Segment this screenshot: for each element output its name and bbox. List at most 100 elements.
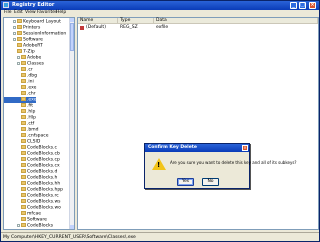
tree-item-label: .fit [27,103,34,109]
folder-icon [17,37,22,41]
column-header-data[interactable]: Data [154,18,318,24]
scroll-up-arrow-icon[interactable] [70,18,74,22]
tree-expander-icon[interactable] [13,25,16,29]
tree-item-label: CodeBlocks.cp [27,157,60,163]
folder-icon [21,163,26,167]
folder-icon [21,193,26,197]
folder-icon [17,25,22,29]
tree-item-label: .cnfspace [27,133,49,139]
menu-file[interactable]: File [4,10,12,16]
tree-item-label: AdobeRT [23,43,43,49]
value-type: REG_SZ [120,25,138,30]
folder-icon [21,85,26,89]
tree-item-label: Adobe [27,55,42,61]
folder-icon [21,91,26,95]
window-title: Registry Editor [12,2,55,8]
folder-icon [21,79,26,83]
folder-icon [21,121,26,125]
tree-item-label: .bmd [27,127,39,133]
tree-item-label: .exe [27,85,37,91]
tree-item-label: Keyboard Layout [23,19,61,25]
registry-app-icon [3,2,9,8]
dialog-title[interactable]: Confirm Key Delete [145,144,249,152]
tree-expander-icon[interactable] [13,19,16,23]
values-list-pane[interactable]: Name Type Data (Default) REG_SZ exfile [77,17,319,230]
tree-item-label: .Hlp [27,115,36,121]
tree-item-label: SessionInformation [23,31,67,37]
folder-icon [17,31,22,35]
dialog-close-button[interactable]: × [242,145,248,151]
folder-icon [21,115,26,119]
tree-item-label: CodeBlocks.hh [27,181,61,187]
tree-item[interactable]: CodeBlocks [4,223,53,229]
yes-button[interactable]: Yes [177,178,194,186]
tree-item-label: .ini [27,79,34,85]
folder-icon [21,61,26,65]
folder-icon [21,133,26,137]
folder-icon [21,211,26,215]
folder-icon [21,169,26,173]
folder-icon [21,217,26,221]
value-data: exfile [156,25,169,30]
tree-item-label: .ctf [27,121,35,127]
tree-expander-icon[interactable] [17,55,20,59]
value-row[interactable]: (Default) REG_SZ exfile [78,25,318,31]
tree-item-label: CodeBlocks.cx [27,163,60,169]
minimize-button[interactable]: _ [290,2,297,9]
tree-item-label: CodeBlocks.rc [27,193,59,199]
folder-icon [17,43,22,47]
column-header-name[interactable]: Name [78,18,118,24]
menu-help[interactable]: Help [56,10,66,16]
menu-bar: File Edit View Favorites Help [1,10,319,16]
menu-view[interactable]: View [25,10,36,16]
tree-item-label: 7-Zip [23,49,35,55]
folder-icon [21,145,26,149]
column-header-type[interactable]: Type [118,18,154,24]
tree-item-label: CodeBlocks.h [27,175,58,181]
value-name: (Default) [86,25,106,30]
close-button[interactable]: × [309,2,316,9]
tree-item-label: CodeBlocks.cb [27,151,60,157]
tree-item-label: Software [23,37,43,43]
folder-icon [21,97,26,101]
folder-icon [21,151,26,155]
title-bar[interactable]: Registry Editor _ □ × [1,1,319,10]
folder-icon [21,103,26,107]
tree-item-label: .hlp [27,109,36,115]
folder-icon [21,187,26,191]
tree-item-label: .dbg [27,73,37,79]
menu-favorites[interactable]: Favorites [37,10,57,16]
no-button[interactable]: No [202,178,219,186]
tree-expander-icon[interactable] [13,37,16,41]
tree-item-label: CodeBlocks.wo [27,205,61,211]
scroll-down-arrow-icon[interactable] [70,225,74,229]
tree-expander-icon[interactable] [13,31,16,35]
tree-item-label: CodeBlocks.c [27,145,57,151]
tree-item-label: CodeBlocks.ws [27,199,61,205]
tree-item-label: Printers [23,25,41,31]
warning-exclamation-icon: ! [157,161,161,169]
tree-item-label: CodeBlocks.hpp [27,187,64,193]
dialog-message: Are you sure you want to delete this key… [170,160,297,165]
registry-editor-window: Registry Editor _ □ × File Edit View Fav… [0,0,320,242]
tree-expander-icon[interactable] [17,61,20,65]
confirm-key-delete-dialog: Confirm Key Delete × ! Are you sure you … [144,143,297,189]
folder-icon [17,49,22,53]
scroll-thumb[interactable] [70,23,74,51]
tree-expander-icon[interactable] [17,223,20,227]
tree-item-label: Classes [27,61,44,67]
registry-tree-pane[interactable]: Keyboard Layout Printers SessionInformatio… [3,17,75,230]
folder-icon [21,205,26,209]
maximize-button[interactable]: □ [299,2,306,9]
tree-item-label: .cr [27,67,33,73]
menu-edit[interactable]: Edit [14,10,23,16]
tree-item-label: .chr [27,91,36,97]
tree-item-label: .exe [27,97,37,103]
folder-icon [17,19,22,23]
tree-vertical-scrollbar[interactable] [69,18,74,229]
folder-icon [21,127,26,131]
folder-icon [21,139,26,143]
folder-icon [21,175,26,179]
folder-icon [21,199,26,203]
tree-item-label: CodeBlocks.d [27,169,58,175]
